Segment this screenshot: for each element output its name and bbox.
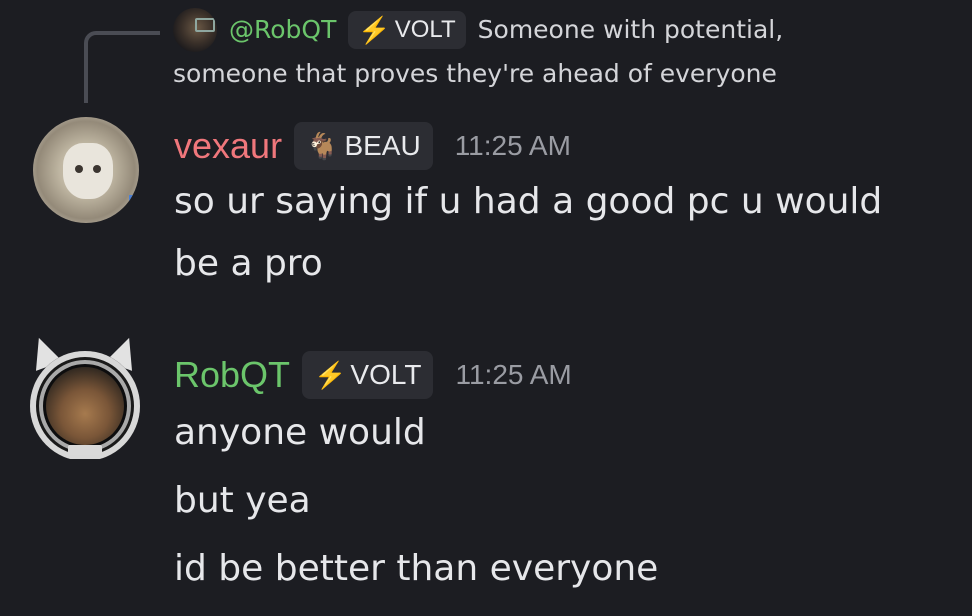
- avatar-robqt[interactable]: [22, 333, 148, 459]
- reply-preview-line: @RobQT ⚡ VOLT Someone with potential,: [173, 8, 953, 52]
- message-text-line: be a pro: [174, 243, 323, 284]
- message-header-vexaur: vexaur 🐐 BEAU 11:25 AM: [174, 122, 571, 170]
- message-timestamp: 11:25 AM: [454, 130, 571, 161]
- reply-tag-label: VOLT: [394, 16, 456, 43]
- username-robqt[interactable]: RobQT: [174, 354, 290, 396]
- avatar-cat-eye: [75, 165, 83, 173]
- lightning-icon: ⚡: [314, 359, 347, 390]
- reply-author-mention[interactable]: @RobQT: [229, 8, 336, 52]
- avatar-cat-image: [46, 367, 124, 445]
- message-text-line: but yea: [174, 480, 311, 521]
- goat-icon: 🐐: [306, 130, 339, 161]
- message-timestamp: 11:25 AM: [455, 359, 572, 390]
- tag-label: VOLT: [350, 359, 422, 390]
- message-text-line: so ur saying if u had a good pc u would: [174, 181, 883, 222]
- avatar-vexaur[interactable]: [33, 117, 139, 223]
- message-text-line: anyone would: [174, 412, 426, 453]
- user-tag-vexaur[interactable]: 🐐 BEAU: [294, 122, 433, 170]
- reply-preview[interactable]: @RobQT ⚡ VOLT Someone with potential, so…: [173, 8, 953, 96]
- avatar-detail: [129, 195, 133, 205]
- username-vexaur[interactable]: vexaur: [174, 125, 282, 167]
- avatar-cat-eye: [93, 165, 101, 173]
- message-header-robqt: RobQT ⚡ VOLT 11:25 AM: [174, 351, 572, 399]
- reply-text-line2: someone that proves they're ahead of eve…: [173, 59, 777, 88]
- lightning-icon: ⚡: [358, 15, 391, 45]
- reply-text-line1: Someone with potential,: [477, 15, 784, 44]
- tag-label: BEAU: [344, 130, 421, 161]
- reply-connector-line: [84, 31, 160, 103]
- message-text-line: id be better than everyone: [174, 548, 659, 589]
- user-tag-robqt[interactable]: ⚡ VOLT: [302, 351, 434, 399]
- reply-avatar[interactable]: [173, 8, 217, 52]
- avatar-cat-face: [63, 143, 113, 199]
- avatar-detail: [68, 445, 102, 455]
- reply-author-tag: ⚡ VOLT: [348, 11, 466, 49]
